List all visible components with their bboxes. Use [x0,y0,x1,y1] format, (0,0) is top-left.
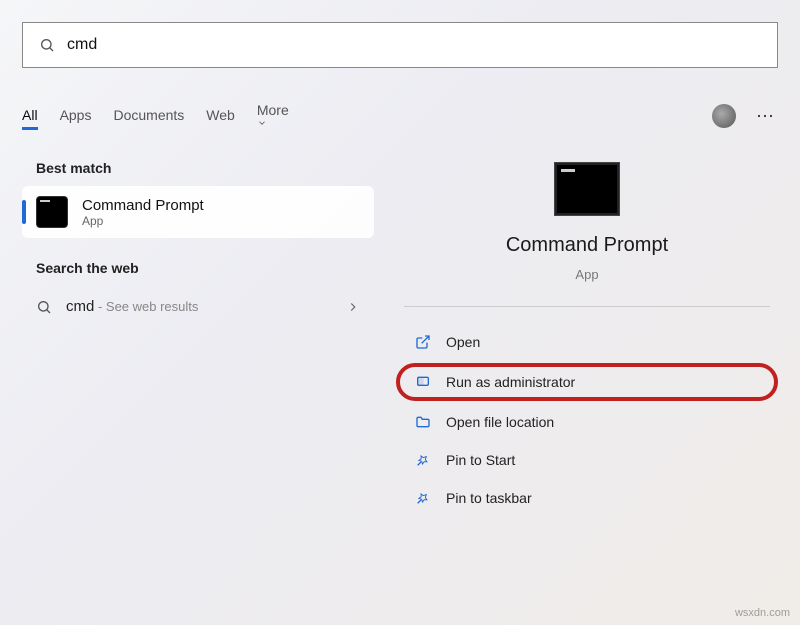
shield-icon [414,373,432,391]
overflow-menu-icon[interactable]: ⋯ [752,106,778,127]
detail-header: Command Prompt App [396,162,778,282]
action-label: Run as administrator [446,374,575,390]
result-command-prompt[interactable]: Command Prompt App [22,186,374,238]
pin-icon [414,489,432,507]
search-input[interactable] [67,36,761,54]
action-run-as-administrator[interactable]: Run as administrator [396,363,778,401]
search-icon [36,299,52,315]
action-label: Pin to Start [446,452,515,468]
action-label: Open file location [446,414,554,430]
open-external-icon [414,333,432,351]
tabs-row: All Apps Documents Web More ⋯ [22,100,778,132]
divider [404,306,770,307]
action-pin-to-taskbar[interactable]: Pin to taskbar [396,479,778,517]
search-icon [39,37,55,53]
watermark: wsxdn.com [735,607,790,619]
user-avatar[interactable] [712,104,736,128]
web-result-desc: - See web results [94,299,198,314]
pin-icon [414,451,432,469]
tab-documents[interactable]: Documents [113,103,184,130]
action-list: Open Run as administrator Open file loca… [396,323,778,517]
action-open-file-location[interactable]: Open file location [396,403,778,441]
action-label: Open [446,334,480,350]
folder-icon [414,413,432,431]
result-subtitle: App [82,214,204,228]
command-prompt-icon [554,162,620,216]
chevron-right-icon [346,300,360,314]
chevron-down-icon [257,118,293,128]
search-bar[interactable] [22,22,778,68]
action-label: Pin to taskbar [446,490,532,506]
search-web-heading: Search the web [36,260,360,276]
result-title: Command Prompt [82,197,204,214]
detail-panel: Command Prompt App Open Run as administr… [396,150,778,625]
best-match-heading: Best match [36,160,360,176]
web-result-term: cmd [66,298,94,315]
results-left-column: Best match Command Prompt App Search the… [22,150,374,328]
tab-web[interactable]: Web [206,103,235,130]
command-prompt-icon [36,196,68,228]
detail-subtitle: App [575,267,598,282]
tab-more-label: More [257,102,289,118]
action-open[interactable]: Open [396,323,778,361]
tab-more[interactable]: More [257,98,293,135]
detail-title: Command Prompt [506,234,668,257]
result-text: Command Prompt App [82,197,204,228]
web-result-cmd[interactable]: cmd - See web results [22,286,374,328]
action-pin-to-start[interactable]: Pin to Start [396,441,778,479]
tab-apps[interactable]: Apps [60,103,92,130]
tab-all[interactable]: All [22,103,38,130]
